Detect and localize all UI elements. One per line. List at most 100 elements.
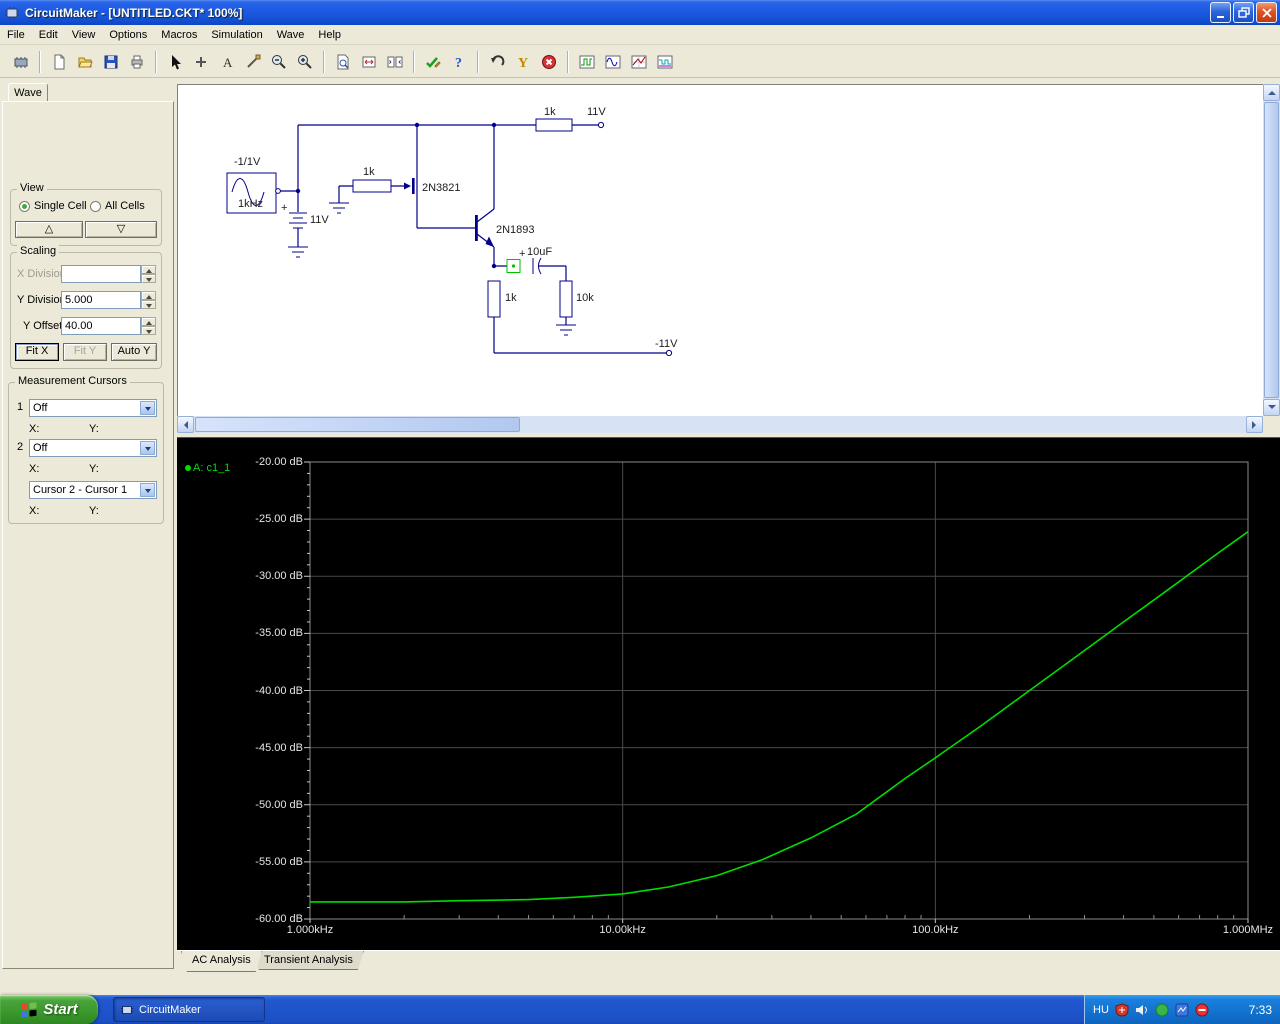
vertical-scrollbar[interactable] [1263, 84, 1280, 416]
text-tool-button[interactable]: A [215, 50, 239, 74]
menu-options[interactable]: Options [102, 25, 154, 45]
messenger-green-icon[interactable] [1155, 1003, 1169, 1017]
parts-bin-button[interactable] [9, 50, 33, 74]
waveform-dual-button[interactable] [653, 50, 677, 74]
close-button[interactable] [1256, 2, 1277, 23]
zoom-out-button[interactable] [267, 50, 291, 74]
cursor-diff-select[interactable]: Cursor 2 - Cursor 1 [29, 481, 157, 499]
resistor-load[interactable]: 10k [559, 280, 594, 318]
split-view-button[interactable] [383, 50, 407, 74]
dropdown-arrow-icon[interactable] [140, 483, 155, 497]
cursor2-select[interactable]: Off [29, 439, 157, 457]
dropdown-arrow-icon[interactable] [140, 401, 155, 415]
y-offset-spinner[interactable] [141, 317, 156, 335]
x-division-spinner[interactable] [141, 265, 156, 283]
waveform-sine-button[interactable] [601, 50, 625, 74]
connectivity-button[interactable]: Y [511, 50, 535, 74]
label-gate-resistor: 1k [363, 166, 375, 178]
zoom-in-button[interactable] [293, 50, 317, 74]
menu-view[interactable]: View [65, 25, 103, 45]
new-file-button[interactable] [47, 50, 71, 74]
signal-source[interactable]: -1/1V 1kHz [226, 156, 281, 214]
scale-down-button[interactable]: ▽ [85, 221, 157, 238]
single-cell-radio[interactable] [19, 201, 30, 212]
alert-red-icon[interactable] [1195, 1003, 1209, 1017]
menu-macros[interactable]: Macros [154, 25, 204, 45]
stop-simulation-button[interactable] [537, 50, 561, 74]
help-button[interactable]: ? [447, 50, 471, 74]
waveform-square-button[interactable] [575, 50, 599, 74]
antivirus-shield-icon[interactable] [1115, 1002, 1129, 1017]
print-button[interactable] [125, 50, 149, 74]
battery[interactable]: + 11V [281, 202, 329, 229]
scale-up-button[interactable]: △ [15, 221, 83, 238]
network-blue-icon[interactable] [1175, 1003, 1189, 1017]
spin-up-icon[interactable] [141, 265, 156, 274]
save-file-button[interactable] [99, 50, 123, 74]
minimize-button[interactable] [1210, 2, 1231, 23]
volume-icon[interactable] [1135, 1003, 1149, 1017]
taskbar: Start CircuitMaker HU 7:33 [0, 995, 1280, 1024]
cursor1-x-label: X: [29, 423, 40, 435]
open-file-button[interactable] [73, 50, 97, 74]
waveform-scope-button[interactable] [627, 50, 651, 74]
y-division-spinner[interactable] [141, 291, 156, 309]
scroll-down-button[interactable] [1263, 399, 1280, 416]
restore-button[interactable] [1233, 2, 1254, 23]
horizontal-scroll-thumb[interactable] [195, 417, 520, 432]
tab-transient-analysis[interactable]: Transient Analysis [253, 951, 364, 970]
fit-x-button[interactable]: Fit X [15, 343, 59, 361]
tab-ac-analysis[interactable]: AC Analysis [181, 951, 262, 972]
scroll-right-button[interactable] [1246, 416, 1263, 433]
spin-down-icon[interactable] [141, 300, 156, 309]
zoom-out-icon [272, 54, 286, 69]
bjt-2n1893[interactable]: 2N1893 [475, 208, 535, 248]
y-offset-input[interactable] [61, 317, 141, 335]
menu-help[interactable]: Help [311, 25, 348, 45]
resistor-emitter[interactable]: 1k [487, 280, 517, 318]
all-cells-radio[interactable] [90, 201, 101, 212]
dropdown-arrow-icon[interactable] [140, 441, 155, 455]
auto-y-button[interactable]: Auto Y [111, 343, 157, 361]
horizontal-scrollbar[interactable] [177, 416, 1263, 433]
y-division-input[interactable] [61, 291, 141, 309]
check-circuit-button[interactable] [421, 50, 445, 74]
cursor1-select[interactable]: Off [29, 399, 157, 417]
menu-file[interactable]: File [0, 25, 32, 45]
spin-down-icon[interactable] [141, 326, 156, 335]
resistor-gate[interactable]: 1k [352, 166, 411, 193]
wire-tool-button[interactable] [241, 50, 265, 74]
taskbar-app-circuitmaker[interactable]: CircuitMaker [113, 997, 265, 1022]
label-coupling-cap: 10uF [527, 246, 552, 258]
menu-simulation[interactable]: Simulation [204, 25, 269, 45]
undo-button[interactable] [485, 50, 509, 74]
tab-wave[interactable]: Wave [8, 83, 48, 102]
spin-down-icon[interactable] [141, 274, 156, 283]
select-cursor-button[interactable] [163, 50, 187, 74]
label-source-amplitude: -1/1V [234, 156, 261, 168]
scroll-up-button[interactable] [1263, 84, 1280, 101]
fit-y-button[interactable]: Fit Y [63, 343, 107, 361]
schematic-canvas[interactable]: -1/1V 1kHz + 11V 1k 2N3821 1k 11V 2N1893… [178, 85, 1264, 417]
x-division-input[interactable] [61, 265, 141, 283]
taskbar-clock[interactable]: 7:33 [1249, 1003, 1272, 1017]
label-negative-supply: -11V [655, 338, 678, 350]
capacitor-coupling[interactable]: + 10uF [506, 246, 552, 275]
start-button[interactable]: Start [0, 995, 98, 1024]
spin-up-icon[interactable] [141, 291, 156, 300]
language-indicator[interactable]: HU [1093, 1004, 1109, 1016]
bode-plot[interactable] [177, 438, 1280, 951]
toolbar-separator [567, 50, 569, 73]
scroll-left-button[interactable] [177, 416, 194, 433]
spin-up-icon[interactable] [141, 317, 156, 326]
resistor-drain[interactable]: 1k 11V [535, 106, 606, 132]
jfet-2n3821[interactable]: 2N3821 [412, 178, 461, 194]
menu-edit[interactable]: Edit [32, 25, 65, 45]
vertical-scroll-thumb[interactable] [1264, 102, 1279, 398]
menu-wave[interactable]: Wave [270, 25, 312, 45]
fit-page-button[interactable] [357, 50, 381, 74]
y-axis-label: -45.00 dB [255, 741, 303, 754]
add-part-button[interactable] [189, 50, 213, 74]
schematic-view[interactable]: -1/1V 1kHz + 11V 1k 2N3821 1k 11V 2N1893… [177, 84, 1263, 416]
search-page-button[interactable] [331, 50, 355, 74]
